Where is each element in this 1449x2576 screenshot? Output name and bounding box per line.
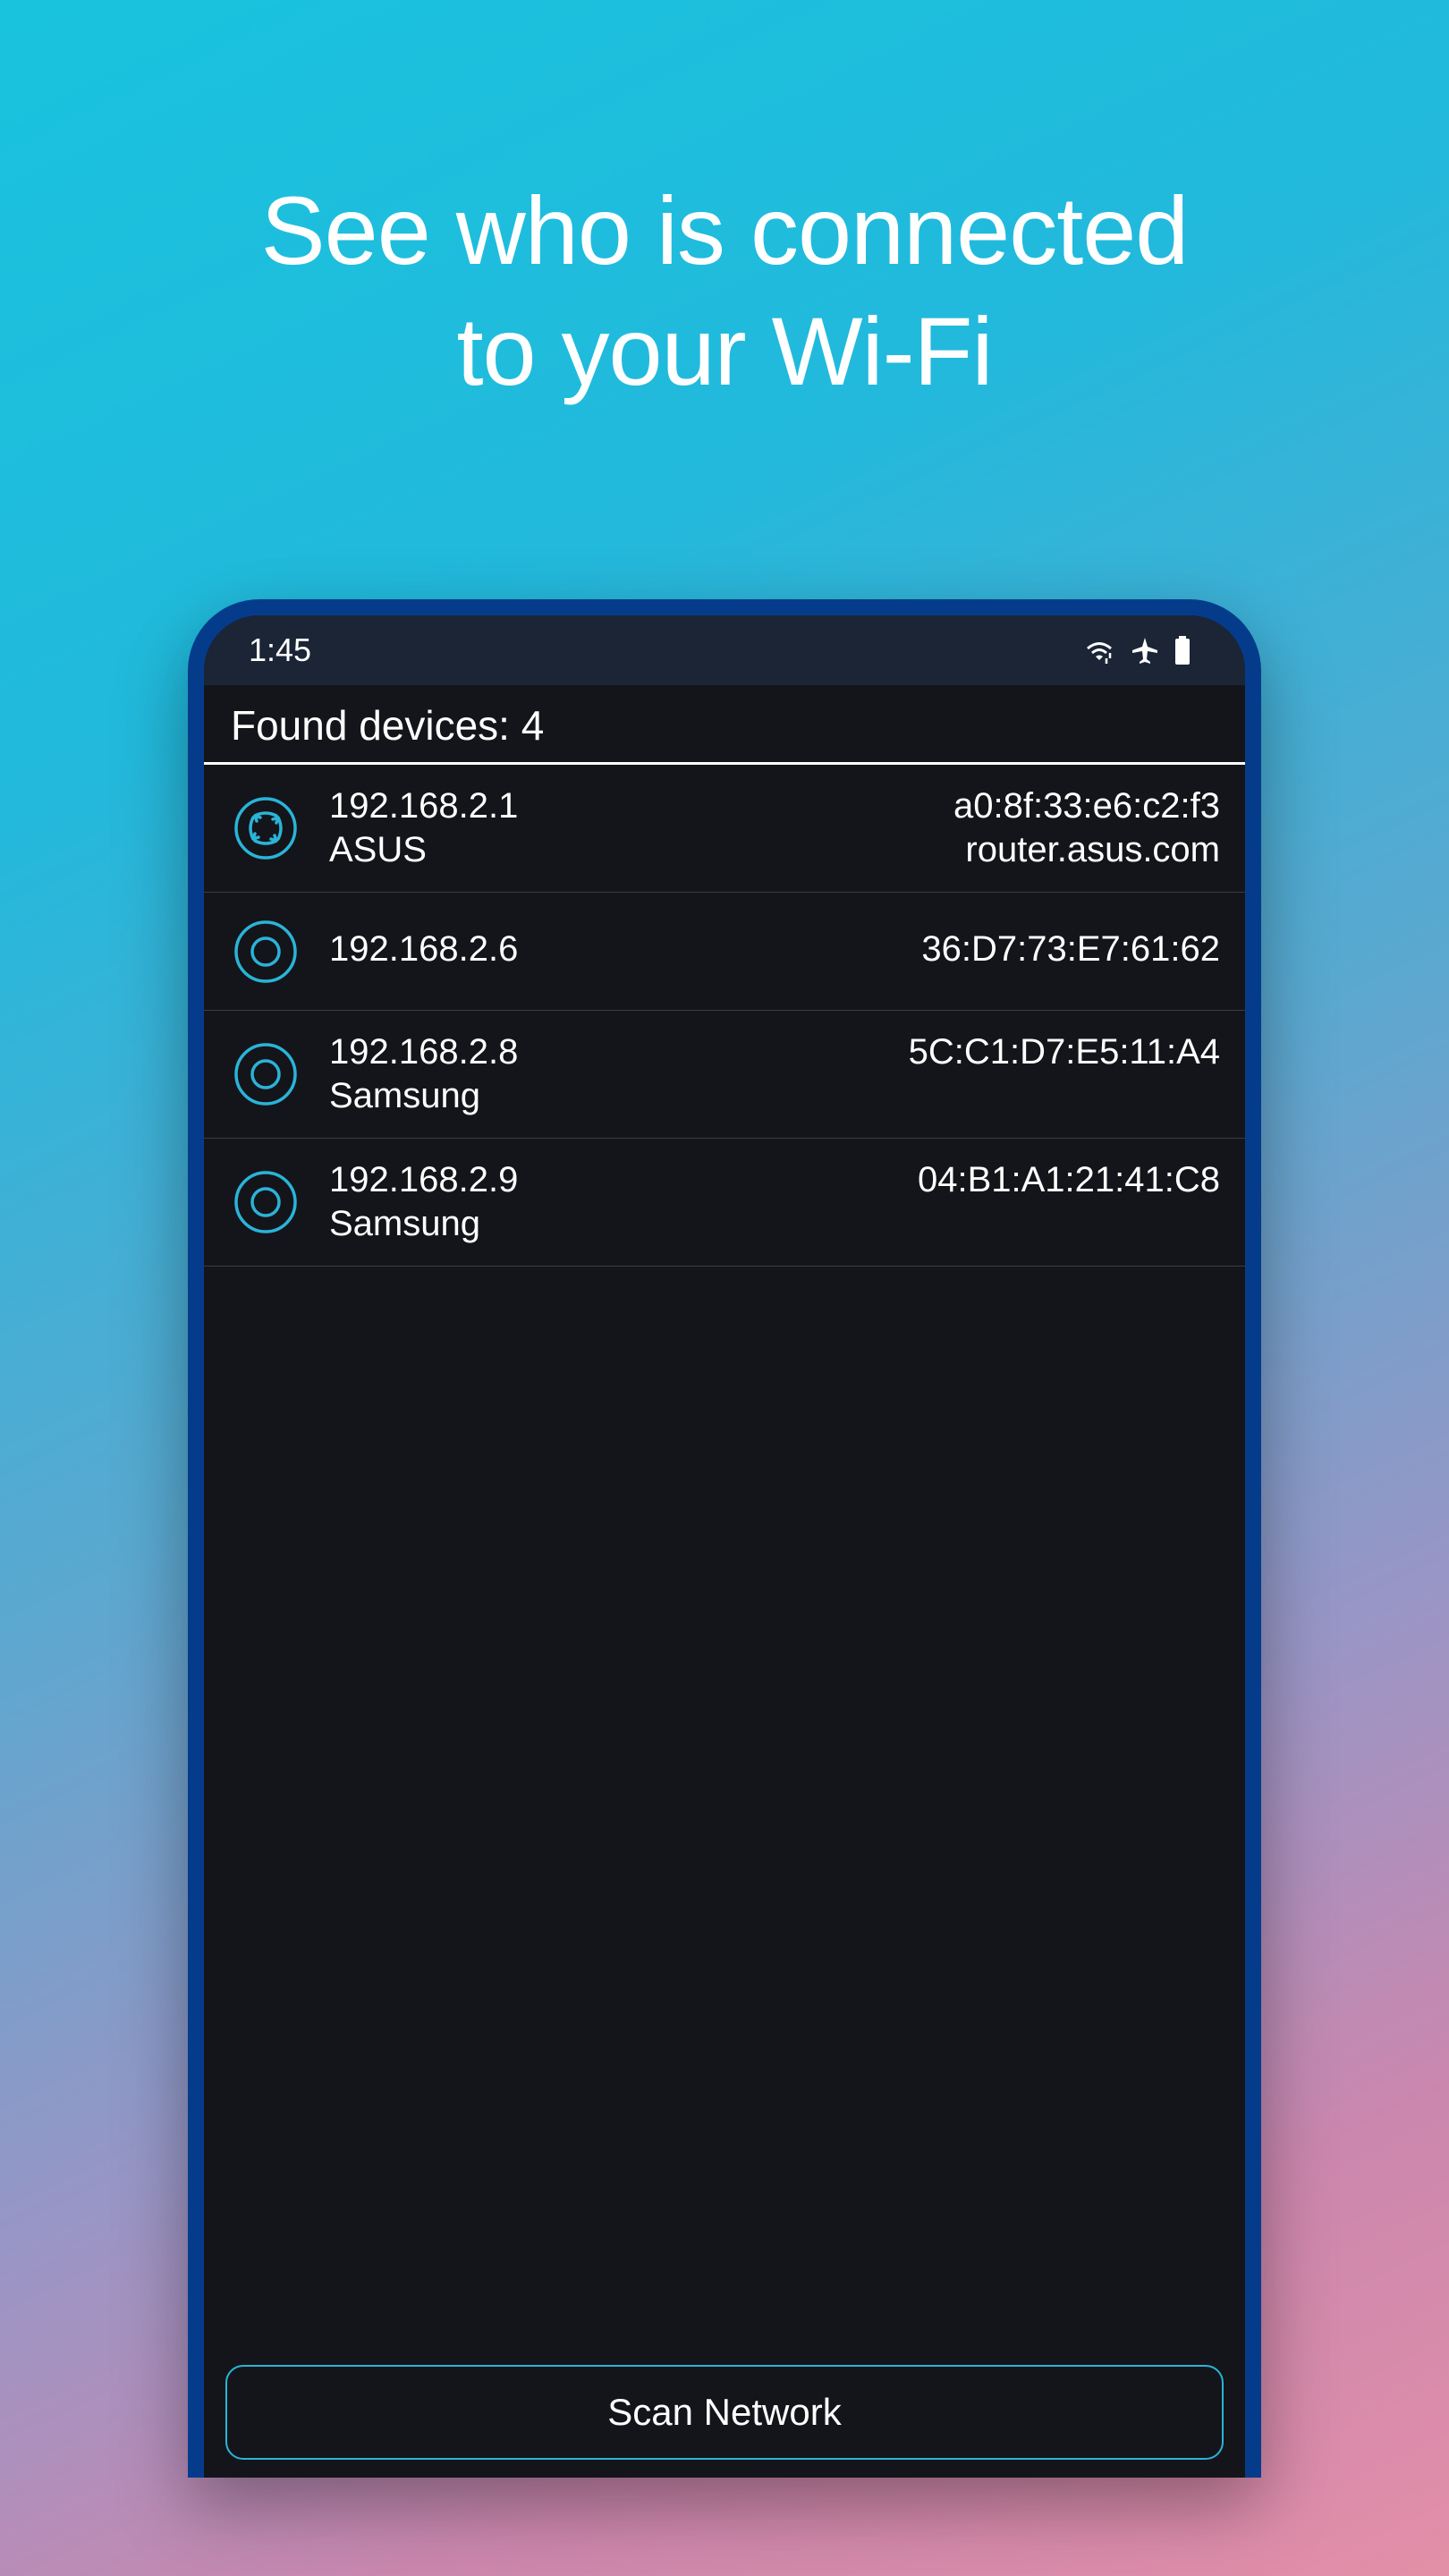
device-left: 192.168.2.6 [329, 929, 518, 973]
device-info: 192.168.2.1 ASUS a0:8f:33:e6:c2:f3 route… [329, 786, 1220, 870]
status-icons [1082, 636, 1191, 665]
device-ip: 192.168.2.8 [329, 1032, 518, 1072]
device-mac: 36:D7:73:E7:61:62 [921, 929, 1220, 970]
device-row[interactable]: 192.168.2.8 Samsung 5C:C1:D7:E5:11:A4 [204, 1011, 1245, 1139]
status-bar: 1:45 [204, 615, 1245, 685]
battery-icon [1174, 636, 1191, 665]
device-ip: 192.168.2.1 [329, 786, 518, 826]
device-info: 192.168.2.8 Samsung 5C:C1:D7:E5:11:A4 [329, 1032, 1220, 1116]
device-left: 192.168.2.9 Samsung [329, 1160, 518, 1244]
device-info: 192.168.2.9 Samsung 04:B1:A1:21:41:C8 [329, 1160, 1220, 1244]
page-headline: See who is connected to your Wi-Fi [261, 170, 1189, 411]
device-list: 192.168.2.1 ASUS a0:8f:33:e6:c2:f3 route… [204, 765, 1245, 2347]
headline-line2: to your Wi-Fi [261, 291, 1189, 411]
device-mac: a0:8f:33:e6:c2:f3 [953, 786, 1220, 826]
device-row[interactable]: 192.168.2.6 36:D7:73:E7:61:62 [204, 893, 1245, 1011]
device-info: 192.168.2.6 36:D7:73:E7:61:62 [329, 929, 1220, 973]
device-left: 192.168.2.1 ASUS [329, 786, 518, 870]
device-ip: 192.168.2.6 [329, 929, 518, 970]
router-icon [229, 792, 302, 865]
device-icon [229, 1038, 302, 1111]
device-icon [229, 915, 302, 988]
device-right: a0:8f:33:e6:c2:f3 router.asus.com [953, 786, 1220, 870]
device-hostname: router.asus.com [965, 830, 1220, 870]
airplane-icon [1131, 636, 1159, 665]
device-row[interactable]: 192.168.2.1 ASUS a0:8f:33:e6:c2:f3 route… [204, 765, 1245, 893]
headline-line1: See who is connected [261, 170, 1189, 291]
device-right: 04:B1:A1:21:41:C8 [918, 1160, 1220, 1200]
device-row[interactable]: 192.168.2.9 Samsung 04:B1:A1:21:41:C8 [204, 1139, 1245, 1267]
wifi-icon [1082, 637, 1116, 664]
device-right: 5C:C1:D7:E5:11:A4 [909, 1032, 1220, 1072]
device-name: ASUS [329, 830, 518, 870]
device-left: 192.168.2.8 Samsung [329, 1032, 518, 1116]
device-mac: 5C:C1:D7:E5:11:A4 [909, 1032, 1220, 1072]
phone-frame: 1:45 [188, 599, 1261, 2478]
phone-screen: 1:45 [204, 615, 1245, 2478]
device-name: Samsung [329, 1076, 518, 1116]
device-ip: 192.168.2.9 [329, 1160, 518, 1200]
device-name: Samsung [329, 1204, 518, 1244]
device-mac: 04:B1:A1:21:41:C8 [918, 1160, 1220, 1200]
device-icon [229, 1165, 302, 1239]
device-right: 36:D7:73:E7:61:62 [921, 929, 1220, 970]
status-time: 1:45 [249, 631, 311, 669]
scan-network-button[interactable]: Scan Network [225, 2365, 1224, 2460]
found-devices-header: Found devices: 4 [204, 685, 1245, 765]
scan-button-wrap: Scan Network [204, 2347, 1245, 2478]
